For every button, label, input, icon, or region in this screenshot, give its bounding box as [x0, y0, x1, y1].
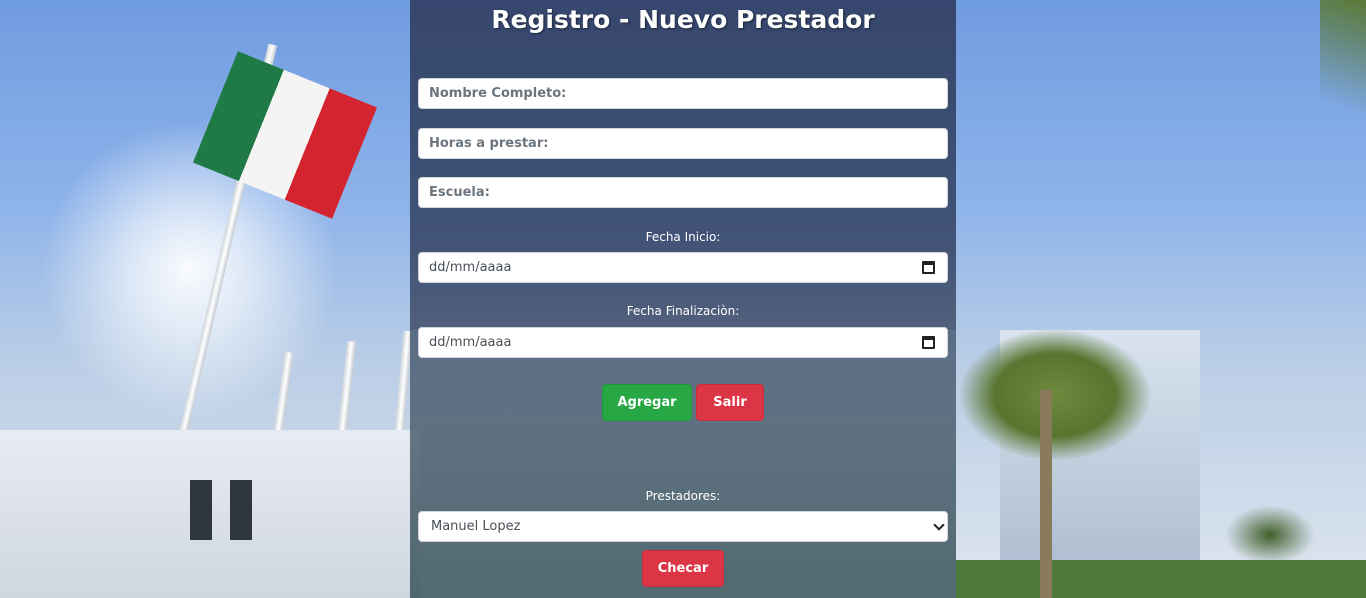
fecha-fin-label: Fecha Finalizaciòn: — [626, 304, 740, 318]
fecha-inicio-input[interactable]: dd/mm/aaaa — [418, 252, 948, 283]
checar-button[interactable]: Checar — [642, 550, 724, 587]
palm-leaf — [1320, 0, 1366, 130]
fecha-inicio-label: Fecha Inicio: — [645, 230, 721, 244]
chevron-down-icon — [933, 519, 945, 531]
escuela-input[interactable]: Escuela: — [418, 177, 948, 208]
lawn — [956, 560, 1366, 598]
palm-trunk — [1040, 390, 1052, 598]
calendar-icon[interactable] — [922, 336, 935, 349]
nombre-input[interactable]: Nombre Completo: — [418, 78, 948, 109]
fecha-fin-input[interactable]: dd/mm/aaaa — [418, 327, 948, 358]
prestadores-selected: Manuel Lopez — [431, 519, 521, 534]
page-title: Registro - Nuevo Prestador — [491, 5, 875, 34]
fecha-inicio-value: dd/mm/aaaa — [429, 260, 512, 275]
horas-input[interactable]: Horas a prestar: — [418, 128, 948, 159]
palm-tree — [1225, 505, 1315, 565]
salir-button[interactable]: Salir — [696, 384, 764, 421]
calendar-icon[interactable] — [922, 261, 935, 274]
agregar-button[interactable]: Agregar — [602, 384, 692, 421]
building-left — [0, 430, 420, 598]
fecha-fin-value: dd/mm/aaaa — [429, 335, 512, 350]
palm-tree — [960, 330, 1150, 460]
registration-panel: Registro - Nuevo Prestador Nombre Comple… — [410, 0, 956, 598]
prestadores-label: Prestadores: — [645, 489, 721, 503]
prestadores-select[interactable]: Manuel Lopez — [418, 511, 948, 542]
